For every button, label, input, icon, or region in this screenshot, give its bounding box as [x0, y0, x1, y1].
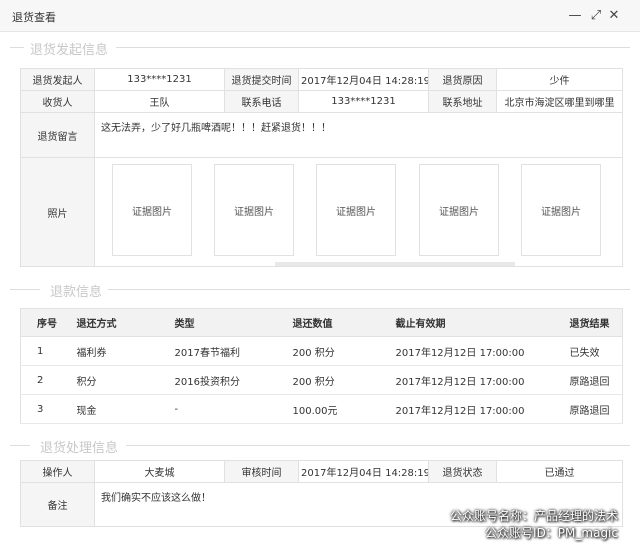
window-titlebar: 退货查看 — ⤢ ✕ — [0, 0, 640, 32]
submit-time-value: 2017年12月04日 14:28:19 — [298, 68, 429, 91]
initiate-info-table: 退货发起人 133****1231 退货提交时间 2017年12月04日 14:… — [20, 68, 623, 267]
section-title-process: 退货处理信息 — [0, 436, 640, 456]
photo-scrollbar[interactable] — [275, 262, 515, 266]
maximize-icon[interactable]: ⤢ — [589, 9, 603, 23]
message-value: 这无法弄，少了好几瓶啤酒呢！！！赶紧退货！！！ — [94, 112, 623, 158]
reason-value: 少件 — [496, 68, 623, 91]
watermark-id: 公众账号ID：PM_magic — [485, 526, 618, 540]
col-header-amount: 退还数值 — [276, 308, 380, 337]
close-icon[interactable]: ✕ — [607, 9, 621, 23]
review-time-value: 2017年12月04日 14:28:19 — [298, 460, 429, 483]
refund-table-header: 序号 退还方式 类型 退还数值 截止有效期 退货结果 — [20, 308, 623, 337]
col-header-method: 退还方式 — [60, 308, 159, 337]
address-value: 北京市海淀区哪里到哪里 — [496, 90, 623, 113]
evidence-photo-4[interactable]: 证据图片 — [419, 164, 499, 256]
evidence-photo-2[interactable]: 证据图片 — [214, 164, 294, 256]
section-title-initiate-text: 退货发起信息 — [30, 43, 109, 58]
photo-label: 照片 — [20, 157, 95, 267]
col-header-type: 类型 — [158, 308, 277, 337]
minimize-icon[interactable]: — — [568, 9, 582, 23]
phone-value: 133****1231 — [298, 90, 429, 113]
watermark-name: 公众账号名称：产品经理的法术 — [449, 509, 618, 523]
initiator-label: 退货发起人 — [20, 68, 95, 91]
table-row: 3 现金 - 100.00元 2017年12月12日 17:00:00 原路退回 — [20, 394, 623, 424]
table-row: 1 福利券 2017春节福利 200 积分 2017年12月12日 17:00:… — [20, 336, 623, 366]
refund-table: 序号 退还方式 类型 退还数值 截止有效期 退货结果 1 福利券 2017春节福… — [20, 308, 623, 424]
section-title-refund: 退款信息 — [0, 280, 640, 300]
submit-time-label: 退货提交时间 — [224, 68, 299, 91]
section-title-refund-text: 退款信息 — [50, 285, 103, 300]
col-header-index: 序号 — [20, 308, 61, 337]
evidence-photo-3[interactable]: 证据图片 — [316, 164, 396, 256]
receiver-value: 王队 — [94, 90, 225, 113]
evidence-photo-5[interactable]: 证据图片 — [521, 164, 601, 256]
operator-label: 操作人 — [20, 460, 95, 483]
photo-gallery: 证据图片 证据图片 证据图片 证据图片 证据图片 — [94, 157, 623, 267]
section-title-process-text: 退货处理信息 — [40, 441, 119, 456]
col-header-result: 退货结果 — [553, 308, 623, 337]
status-badge: 已通过 — [496, 460, 623, 483]
review-time-label: 审核时间 — [224, 460, 299, 483]
receiver-label: 收货人 — [20, 90, 95, 113]
col-header-expiry: 截止有效期 — [379, 308, 554, 337]
address-label: 联系地址 — [428, 90, 497, 113]
operator-value: 大麦城 — [94, 460, 225, 483]
evidence-photo-1[interactable]: 证据图片 — [112, 164, 192, 256]
reason-label: 退货原因 — [428, 68, 497, 91]
phone-label: 联系电话 — [224, 90, 299, 113]
remark-label: 备注 — [20, 482, 95, 527]
status-label: 退货状态 — [428, 460, 497, 483]
message-label: 退货留言 — [20, 112, 95, 158]
section-title-initiate: 退货发起信息 — [0, 38, 640, 58]
window-title: 退货查看 — [12, 11, 56, 24]
initiator-value: 133****1231 — [94, 68, 225, 91]
table-row: 2 积分 2016投资积分 200 积分 2017年12月12日 17:00:0… — [20, 365, 623, 395]
